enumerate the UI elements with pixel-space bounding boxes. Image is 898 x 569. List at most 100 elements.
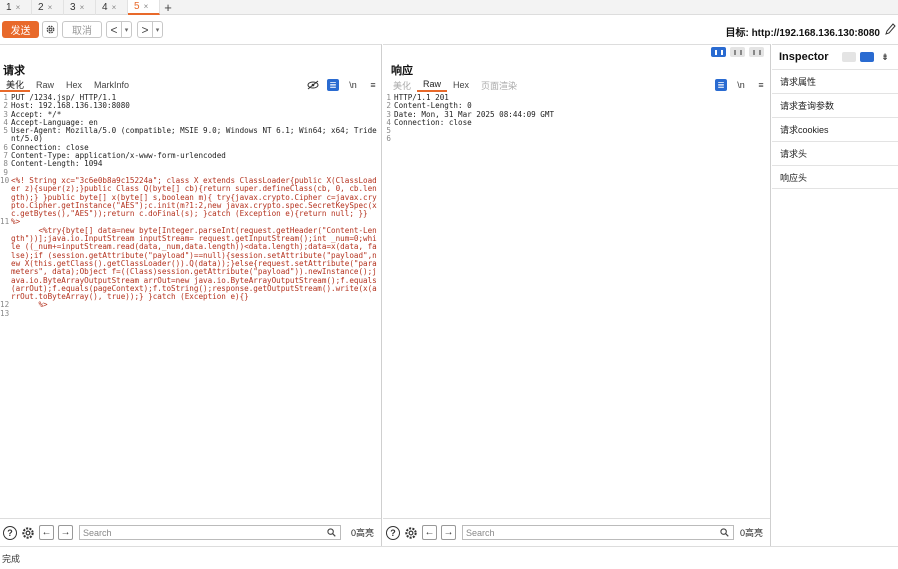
collapse-icon[interactable]: ⇟ xyxy=(878,52,892,62)
line-text xyxy=(393,127,770,135)
line-text: <%! String xc="3c6e0b8a9c15224a"; class … xyxy=(11,175,377,219)
code-line: <%try{byte[] data=new byte[Integer.parse… xyxy=(0,225,381,302)
line-text xyxy=(10,310,381,318)
search-icon xyxy=(327,528,336,537)
search-icon xyxy=(720,528,729,537)
close-icon[interactable]: × xyxy=(144,2,149,11)
tab-label: 5 xyxy=(134,0,140,12)
line-number: 5 xyxy=(3,126,8,136)
menu-icon[interactable]: ≡ xyxy=(755,79,767,91)
request-title: 请求 xyxy=(3,65,25,77)
inspector-item-response-headers[interactable]: 响应头 xyxy=(772,165,898,189)
code-line: 13 xyxy=(0,309,381,318)
gear-icon[interactable] xyxy=(21,526,35,540)
tab-3[interactable]: 3 × xyxy=(64,0,96,15)
response-editor-tools: ≣ \n ≡ xyxy=(715,78,767,92)
line-number: 11 xyxy=(0,217,10,227)
split-horizontal-icon[interactable] xyxy=(711,47,726,57)
response-title: 响应 xyxy=(391,65,413,77)
status-bar: 完成 xyxy=(0,546,898,569)
send-button[interactable]: 发送 xyxy=(2,21,39,38)
code-line: 8 Content-Length: 1094 xyxy=(0,160,381,169)
wrap-toggle-icon[interactable]: ≣ xyxy=(327,79,339,91)
layout-toggle xyxy=(711,47,764,57)
request-pane: 请求 美化 Raw Hex MarkInfo ≣ \n ≡ 1 PUT /1234… xyxy=(0,44,382,546)
search-input[interactable]: Search xyxy=(79,525,341,540)
code-line: 5 User-Agent: Mozilla/5.0 (compatible; MS… xyxy=(0,127,381,144)
code-line: 4 Connection: close xyxy=(383,117,770,127)
wrap-toggle-icon[interactable]: ≣ xyxy=(715,79,727,91)
search-input[interactable]: Search xyxy=(462,525,734,540)
inspector-title: Inspector xyxy=(779,51,829,63)
split-vertical-icon[interactable] xyxy=(730,47,745,57)
single-view-icon[interactable] xyxy=(749,47,764,57)
inspector-layout-icon[interactable] xyxy=(842,52,856,62)
back-nav-group: < ▾ xyxy=(106,21,132,38)
tab-hex[interactable]: Hex xyxy=(447,78,475,92)
previous-match-button[interactable]: ← xyxy=(39,525,54,540)
tab-render[interactable]: 页面渲染 xyxy=(475,78,523,92)
inspector-item-request-headers[interactable]: 请求头 xyxy=(772,141,898,165)
hide-eye-icon[interactable] xyxy=(307,79,319,91)
newline-toggle[interactable]: \n xyxy=(347,79,359,91)
code-line: 10 <%! String xc="3c6e0b8a9c15224a"; clas… xyxy=(0,175,381,219)
tab-2[interactable]: 2 × xyxy=(32,0,64,15)
next-match-button[interactable]: → xyxy=(441,525,456,540)
inspector-item-request-cookies[interactable]: 请求cookies xyxy=(772,117,898,141)
inspector-item-request-attributes[interactable]: 请求属性 xyxy=(772,69,898,93)
line-text: Connection: close xyxy=(394,117,472,127)
gear-icon[interactable] xyxy=(404,526,418,540)
line-text: <%try{byte[] data=new byte[Integer.parse… xyxy=(11,225,377,302)
inspector-panel: Inspector ⇟ 请求属性 请求查询参数 请求cookies 请求头 响应… xyxy=(772,44,898,546)
menu-icon[interactable]: ≡ xyxy=(367,79,379,91)
tab-raw[interactable]: Raw xyxy=(30,78,60,92)
inspector-tools: ⇟ xyxy=(842,52,892,62)
tab-label: 2 xyxy=(38,1,44,13)
help-icon[interactable]: ? xyxy=(386,525,400,540)
newline-toggle[interactable]: \n xyxy=(735,79,747,91)
next-match-button[interactable]: → xyxy=(58,525,73,540)
tab-label: 1 xyxy=(6,1,12,13)
settings-button[interactable] xyxy=(42,21,58,38)
match-count: 0高亮 xyxy=(351,528,375,538)
inspector-layout-active-icon[interactable] xyxy=(860,52,874,62)
cancel-button[interactable]: 取消 xyxy=(62,21,102,38)
back-dropdown-icon[interactable]: ▾ xyxy=(121,22,131,37)
edit-target-icon[interactable] xyxy=(884,22,896,36)
add-tab-button[interactable]: + xyxy=(160,0,176,15)
close-icon[interactable]: × xyxy=(80,3,85,12)
tab-raw[interactable]: Raw xyxy=(417,78,448,92)
line-text xyxy=(393,135,770,143)
response-editor[interactable]: 1 HTTP/1.1 201 2 Content-Length: 0 3 Date: Mo… xyxy=(383,94,770,519)
tab-label: 3 xyxy=(70,1,76,13)
request-subtabs: 美化 Raw Hex MarkInfo xyxy=(0,78,135,92)
status-text: 完成 xyxy=(2,553,21,564)
tab-1[interactable]: 1 × xyxy=(0,0,32,15)
tab-4[interactable]: 4 × xyxy=(96,0,128,15)
request-editor-tools: ≣ \n ≡ xyxy=(307,78,379,92)
tab-pretty[interactable]: 美化 xyxy=(0,78,31,92)
close-icon[interactable]: × xyxy=(48,3,53,12)
close-icon[interactable]: × xyxy=(112,3,117,12)
back-button[interactable]: < xyxy=(107,22,121,37)
inspector-header: Inspector ⇟ xyxy=(772,45,898,69)
response-pane: 响应 美化 Raw Hex 页面渲染 ≣ \n ≡ 1 HTTP/1.1 201 2… xyxy=(383,44,771,546)
gear-icon xyxy=(46,25,54,34)
previous-match-button[interactable]: ← xyxy=(422,525,437,540)
code-line: 12 %> xyxy=(0,301,381,310)
forward-nav-group: > ▾ xyxy=(137,21,163,38)
tab-pretty[interactable]: 美化 xyxy=(387,78,417,92)
line-number: 10 xyxy=(0,175,10,185)
tab-hex[interactable]: Hex xyxy=(60,78,88,92)
tab-5[interactable]: 5 × xyxy=(128,0,160,15)
forward-button[interactable]: > xyxy=(138,22,152,37)
line-text: Host: 192.168.136.130:8080 xyxy=(11,101,130,111)
match-count: 0高亮 xyxy=(740,528,764,538)
help-icon[interactable]: ? xyxy=(3,525,17,540)
request-editor[interactable]: 1 PUT /1234.jsp/ HTTP/1.1 2 Host: 192.168.1… xyxy=(0,94,381,519)
inspector-item-query-params[interactable]: 请求查询参数 xyxy=(772,93,898,117)
forward-dropdown-icon[interactable]: ▾ xyxy=(152,22,162,37)
tab-markinfo[interactable]: MarkInfo xyxy=(88,78,135,92)
tab-label: 4 xyxy=(102,1,108,13)
close-icon[interactable]: × xyxy=(16,3,21,12)
